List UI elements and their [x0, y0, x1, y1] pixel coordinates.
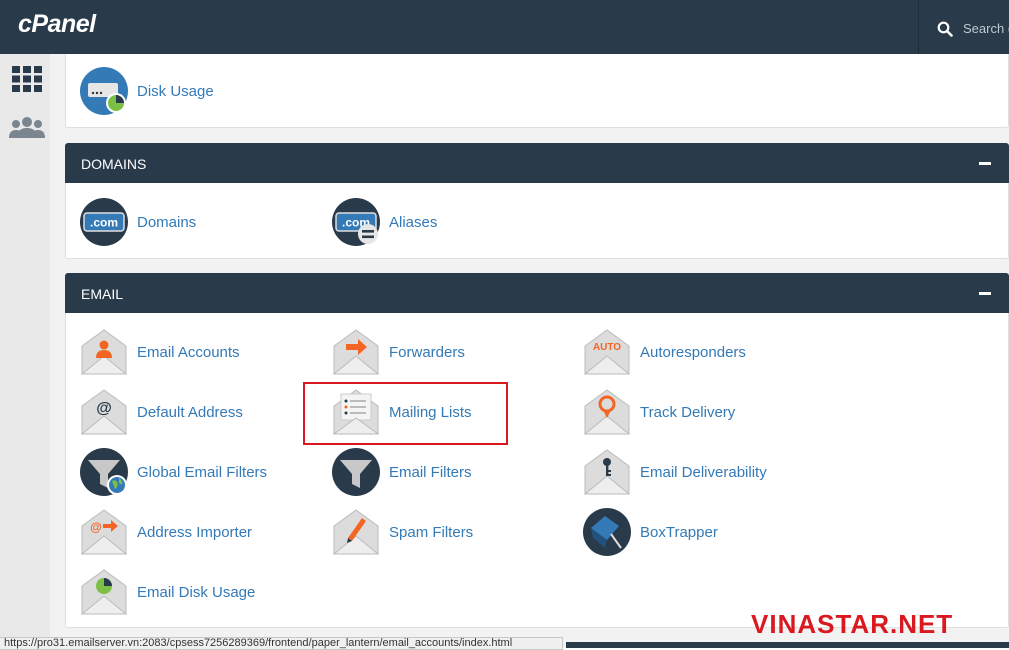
collapse-icon[interactable]	[979, 162, 991, 165]
spam-filters-label: Spam Filters	[389, 523, 474, 541]
disk-usage-icon	[80, 67, 128, 115]
forwarders-label: Forwarders	[389, 343, 465, 361]
email-deliverability-icon	[583, 449, 631, 495]
email-filters-icon	[332, 448, 380, 496]
dotcom-alias-icon: .com	[332, 198, 380, 246]
spam-filters-link[interactable]: Spam Filters	[332, 508, 473, 556]
grid-apps-icon[interactable]	[12, 66, 42, 92]
track-delivery-icon	[583, 389, 631, 435]
address-importer-icon: @	[80, 509, 128, 555]
search-icon	[937, 21, 953, 37]
forwarders-link[interactable]: Forwarders	[332, 328, 465, 376]
email-accounts-label: Email Accounts	[137, 343, 240, 361]
collapse-icon[interactable]	[979, 292, 991, 295]
email-filters-link[interactable]: Email Filters	[332, 448, 472, 496]
email-panel-header[interactable]: EMAIL	[65, 273, 1009, 313]
svg-text:@: @	[96, 400, 112, 417]
dotcom-icon: .com	[80, 198, 128, 246]
global-email-filters-label: Global Email Filters	[137, 463, 268, 481]
email-deliverability-label: Email Deliverability	[640, 463, 767, 481]
cpanel-logo[interactable]: cPanel	[18, 10, 96, 39]
domains-label: Domains	[137, 213, 197, 231]
address-importer-link[interactable]: @ Address Importer	[80, 508, 252, 556]
boxtrapper-icon	[583, 508, 631, 556]
disk-usage-link[interactable]: Disk Usage	[80, 67, 214, 115]
users-group-icon[interactable]	[9, 116, 45, 138]
svg-text:@: @	[90, 520, 102, 534]
email-deliverability-link[interactable]: Email Deliverability	[583, 448, 767, 496]
next-panel-header	[566, 642, 1009, 648]
autoresponders-link[interactable]: AUTO Autoresponders	[583, 328, 746, 376]
top-bar: cPanel Search (	[0, 0, 1009, 54]
global-email-filters-link[interactable]: Global Email Filters	[80, 448, 267, 496]
auto-badge: AUTO	[593, 342, 621, 353]
default-address-link[interactable]: @ Default Address	[80, 388, 243, 436]
track-delivery-label: Track Delivery	[640, 403, 736, 421]
sidebar	[0, 54, 51, 648]
domains-link[interactable]: .com Domains	[80, 198, 196, 246]
autoresponders-icon: AUTO	[583, 329, 631, 375]
watermark: VINASTAR.NET	[751, 609, 954, 639]
status-bar-url: https://pro31.emailserver.vn:2083/cpsess…	[0, 637, 563, 650]
global-email-filters-icon	[80, 448, 128, 496]
email-accounts-link[interactable]: Email Accounts	[80, 328, 240, 376]
address-importer-label: Address Importer	[137, 523, 253, 541]
default-address-icon: @	[80, 389, 128, 435]
email-disk-usage-link[interactable]: Email Disk Usage	[80, 568, 255, 616]
default-address-label: Default Address	[137, 403, 243, 421]
disk-usage-label: Disk Usage	[137, 82, 214, 100]
track-delivery-link[interactable]: Track Delivery	[583, 388, 735, 436]
aliases-link[interactable]: .com Aliases	[332, 198, 437, 246]
aliases-label: Aliases	[389, 213, 438, 231]
search-input[interactable]: Search (	[963, 21, 1009, 36]
email-disk-usage-label: Email Disk Usage	[137, 583, 256, 601]
boxtrapper-link[interactable]: BoxTrapper	[583, 508, 718, 556]
boxtrapper-label: BoxTrapper	[640, 523, 718, 541]
autoresponders-label: Autoresponders	[640, 343, 746, 361]
forwarders-icon	[332, 329, 380, 375]
email-disk-usage-icon	[80, 569, 128, 615]
domains-panel-header[interactable]: DOMAINS	[65, 143, 1009, 183]
domains-title: DOMAINS	[81, 156, 147, 172]
mailing-lists-highlight	[303, 382, 508, 445]
spam-filters-icon	[332, 509, 380, 555]
email-filters-label: Email Filters	[389, 463, 472, 481]
email-title: EMAIL	[81, 286, 124, 302]
svg-text:.com: .com	[90, 216, 118, 230]
search-box[interactable]: Search (	[918, 0, 1009, 54]
email-accounts-icon	[80, 329, 128, 375]
